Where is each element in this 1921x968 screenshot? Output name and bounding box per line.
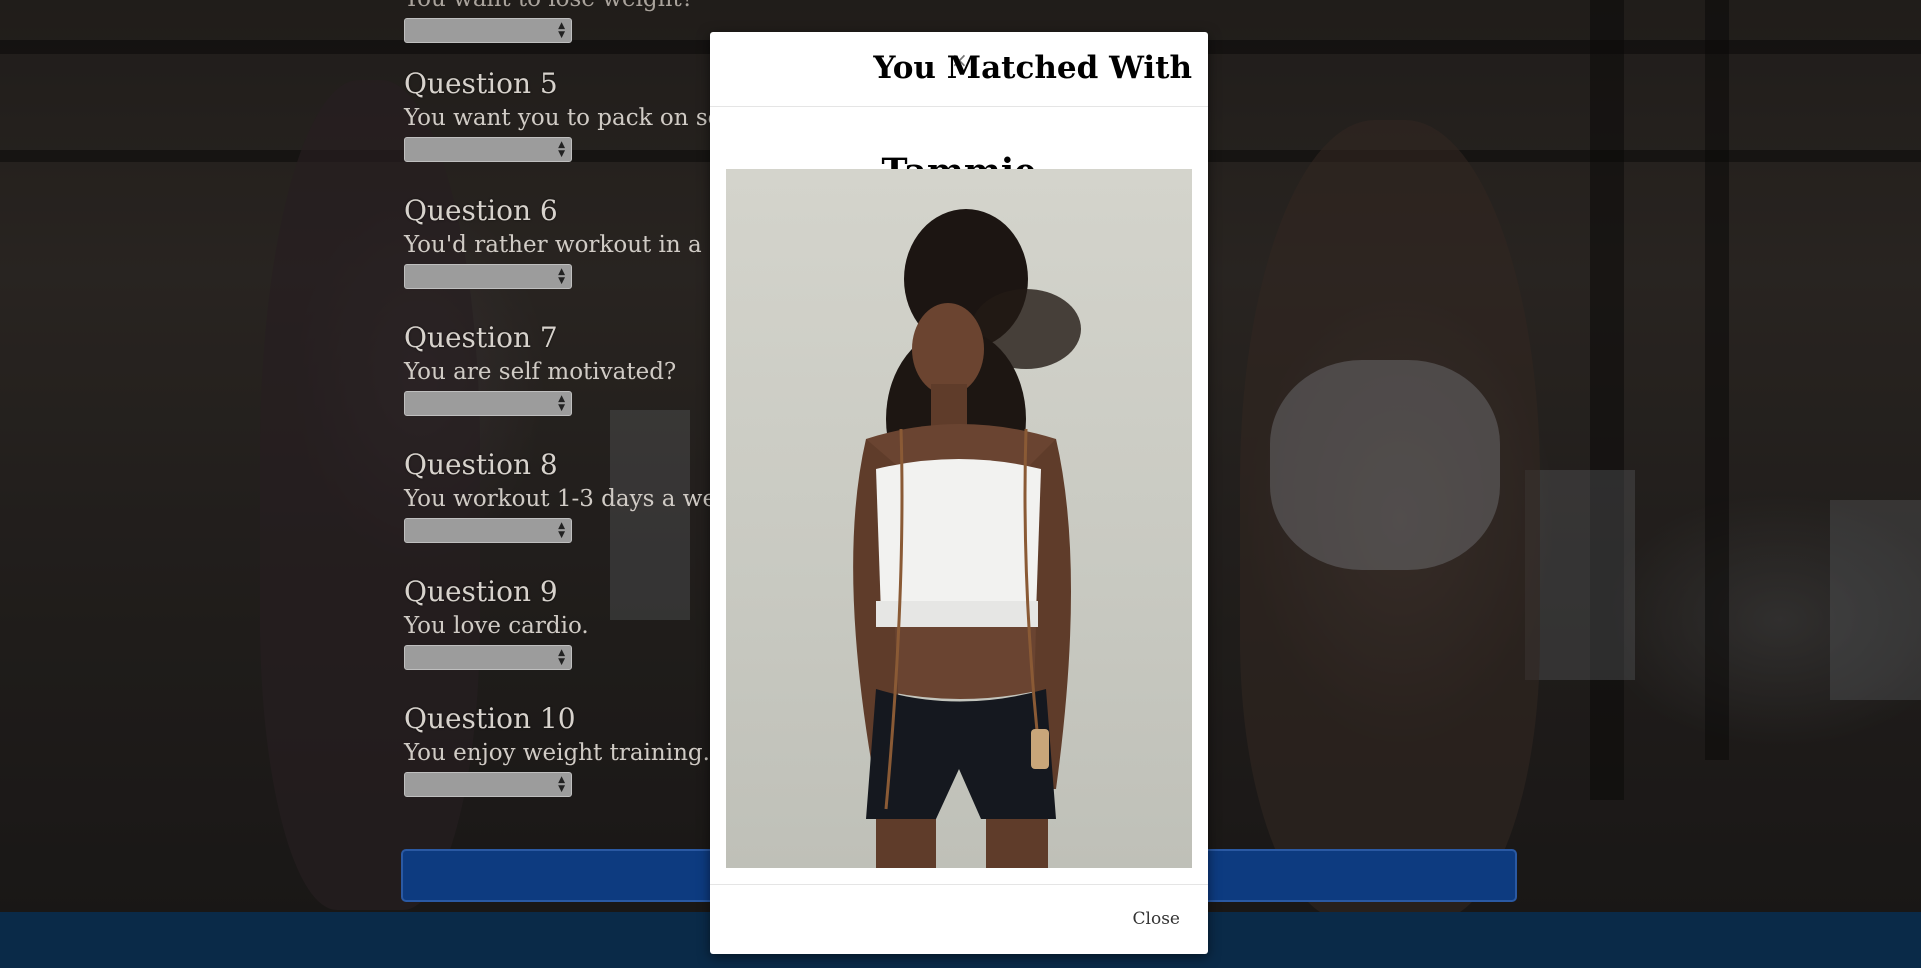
updown-arrows-icon: ▲ ▼ [558, 21, 565, 40]
updown-arrows-icon: ▲ ▼ [558, 267, 565, 286]
answer-select[interactable]: ▲ ▼ [404, 772, 572, 797]
answer-select[interactable]: ▲ ▼ [404, 645, 572, 670]
answer-select[interactable]: ▲ ▼ [404, 18, 572, 43]
match-profile-photo [726, 169, 1192, 868]
updown-arrows-icon: ▲ ▼ [558, 521, 565, 540]
modal-title: You Matched With [873, 50, 1192, 86]
profile-photo-illustration [853, 209, 1081, 868]
question-text: You want to lose weight? [404, 0, 1164, 14]
answer-select[interactable]: ▲ ▼ [404, 137, 572, 162]
answer-select[interactable]: ▲ ▼ [404, 391, 572, 416]
updown-arrows-icon: ▲ ▼ [558, 775, 565, 794]
modal-header: × You Matched With [710, 32, 1208, 107]
close-button[interactable]: Close [1133, 909, 1180, 929]
match-modal: × You Matched With Tammie [710, 32, 1208, 954]
answer-select[interactable]: ▲ ▼ [404, 264, 572, 289]
updown-arrows-icon: ▲ ▼ [558, 648, 565, 667]
modal-footer: Close [710, 884, 1208, 954]
updown-arrows-icon: ▲ ▼ [558, 394, 565, 413]
updown-arrows-icon: ▲ ▼ [558, 140, 565, 159]
answer-select[interactable]: ▲ ▼ [404, 518, 572, 543]
